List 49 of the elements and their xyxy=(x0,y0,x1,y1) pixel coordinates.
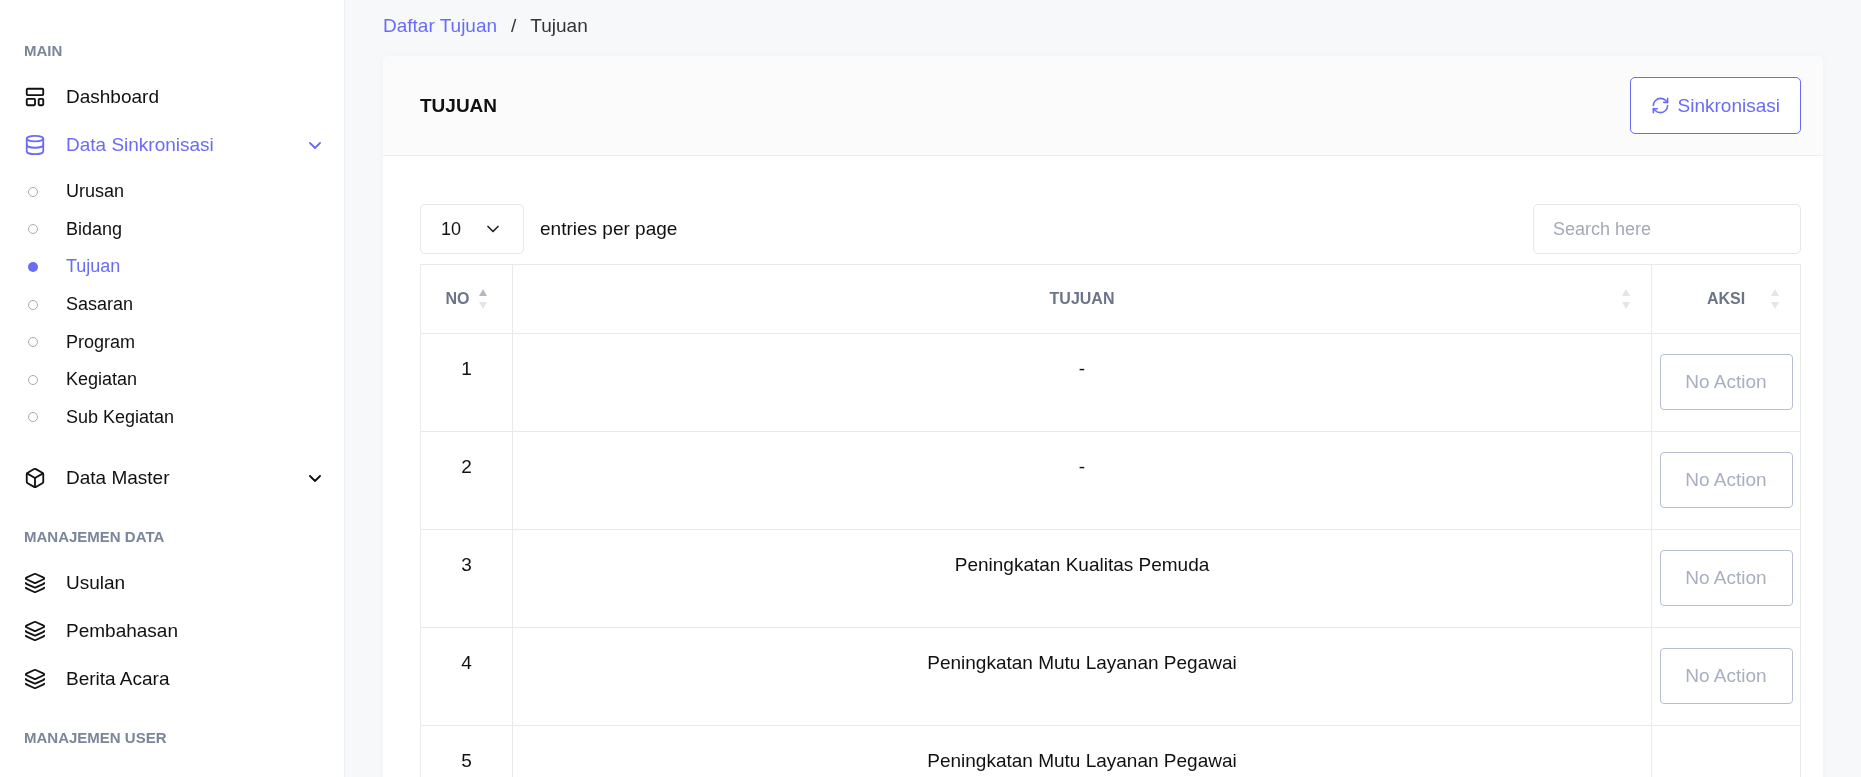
column-header[interactable]: AKSI xyxy=(1651,264,1801,334)
table-cell: 1 xyxy=(420,333,513,432)
cube-icon xyxy=(24,467,46,490)
sidebar-item[interactable]: Data Master xyxy=(0,454,344,503)
sort-icon[interactable] xyxy=(1770,288,1780,310)
submenu-item[interactable]: Kegiatan xyxy=(0,360,344,399)
breadcrumb-separator: / xyxy=(511,15,517,37)
table-cell: Peningkatan Kualitas Pemuda xyxy=(512,529,1652,628)
database-icon xyxy=(24,134,46,156)
sidebar-item[interactable]: Berita Acara xyxy=(0,655,344,704)
sidebar-item[interactable]: Usulan xyxy=(0,559,344,608)
sidebar-item[interactable]: Data Sinkronisasi xyxy=(0,121,344,169)
table-cell: 2 xyxy=(420,431,513,530)
bullet-icon xyxy=(28,262,38,272)
layout-icon xyxy=(24,86,46,108)
table-cell: 3 xyxy=(420,529,513,628)
search-field[interactable]: Search here xyxy=(1533,204,1801,254)
breadcrumb-current: Tujuan xyxy=(530,15,588,37)
section-heading: MANAJEMEN DATA xyxy=(23,527,166,548)
layers-icon xyxy=(24,572,46,595)
layers-icon xyxy=(24,620,46,643)
column-header[interactable]: NO xyxy=(420,264,513,334)
refresh-icon xyxy=(1650,96,1670,115)
table-cell: Peningkatan Mutu Layanan Pegawai xyxy=(512,627,1652,726)
submenu-item[interactable]: Bidang xyxy=(0,210,344,249)
section-heading: MANAJEMEN USER xyxy=(23,728,168,749)
sidebar-item[interactable]: Dashboard xyxy=(0,73,344,121)
table-cell: - xyxy=(512,333,1652,432)
chevron-icon xyxy=(309,141,321,149)
breadcrumb-link[interactable]: Daftar Tujuan xyxy=(383,15,498,37)
per-page-label: entries per page xyxy=(540,218,678,240)
card-title: TUJUAN xyxy=(420,94,498,117)
sync-button[interactable]: Sinkronisasi xyxy=(1629,77,1801,134)
table-cell: 4 xyxy=(420,627,513,726)
sidebar-item[interactable]: Pembahasan xyxy=(0,607,344,656)
submenu-item[interactable]: Program xyxy=(0,323,344,361)
layers-icon xyxy=(24,668,46,691)
table-cell: - xyxy=(512,431,1652,530)
submenu-item[interactable]: Urusan xyxy=(0,173,344,211)
per-page-select[interactable]: 10 xyxy=(420,204,525,254)
submenu-item[interactable]: Tujuan xyxy=(0,248,344,286)
section-heading: MAIN xyxy=(23,41,64,61)
column-header[interactable]: TUJUAN xyxy=(512,264,1652,334)
sort-icon[interactable] xyxy=(1621,288,1631,310)
sort-icon[interactable] xyxy=(477,288,488,310)
chevron-icon xyxy=(309,474,321,482)
table-cell: 5 xyxy=(420,725,513,777)
submenu-item[interactable]: Sasaran xyxy=(0,285,344,324)
submenu-item[interactable]: Sub Kegiatan xyxy=(0,398,344,437)
